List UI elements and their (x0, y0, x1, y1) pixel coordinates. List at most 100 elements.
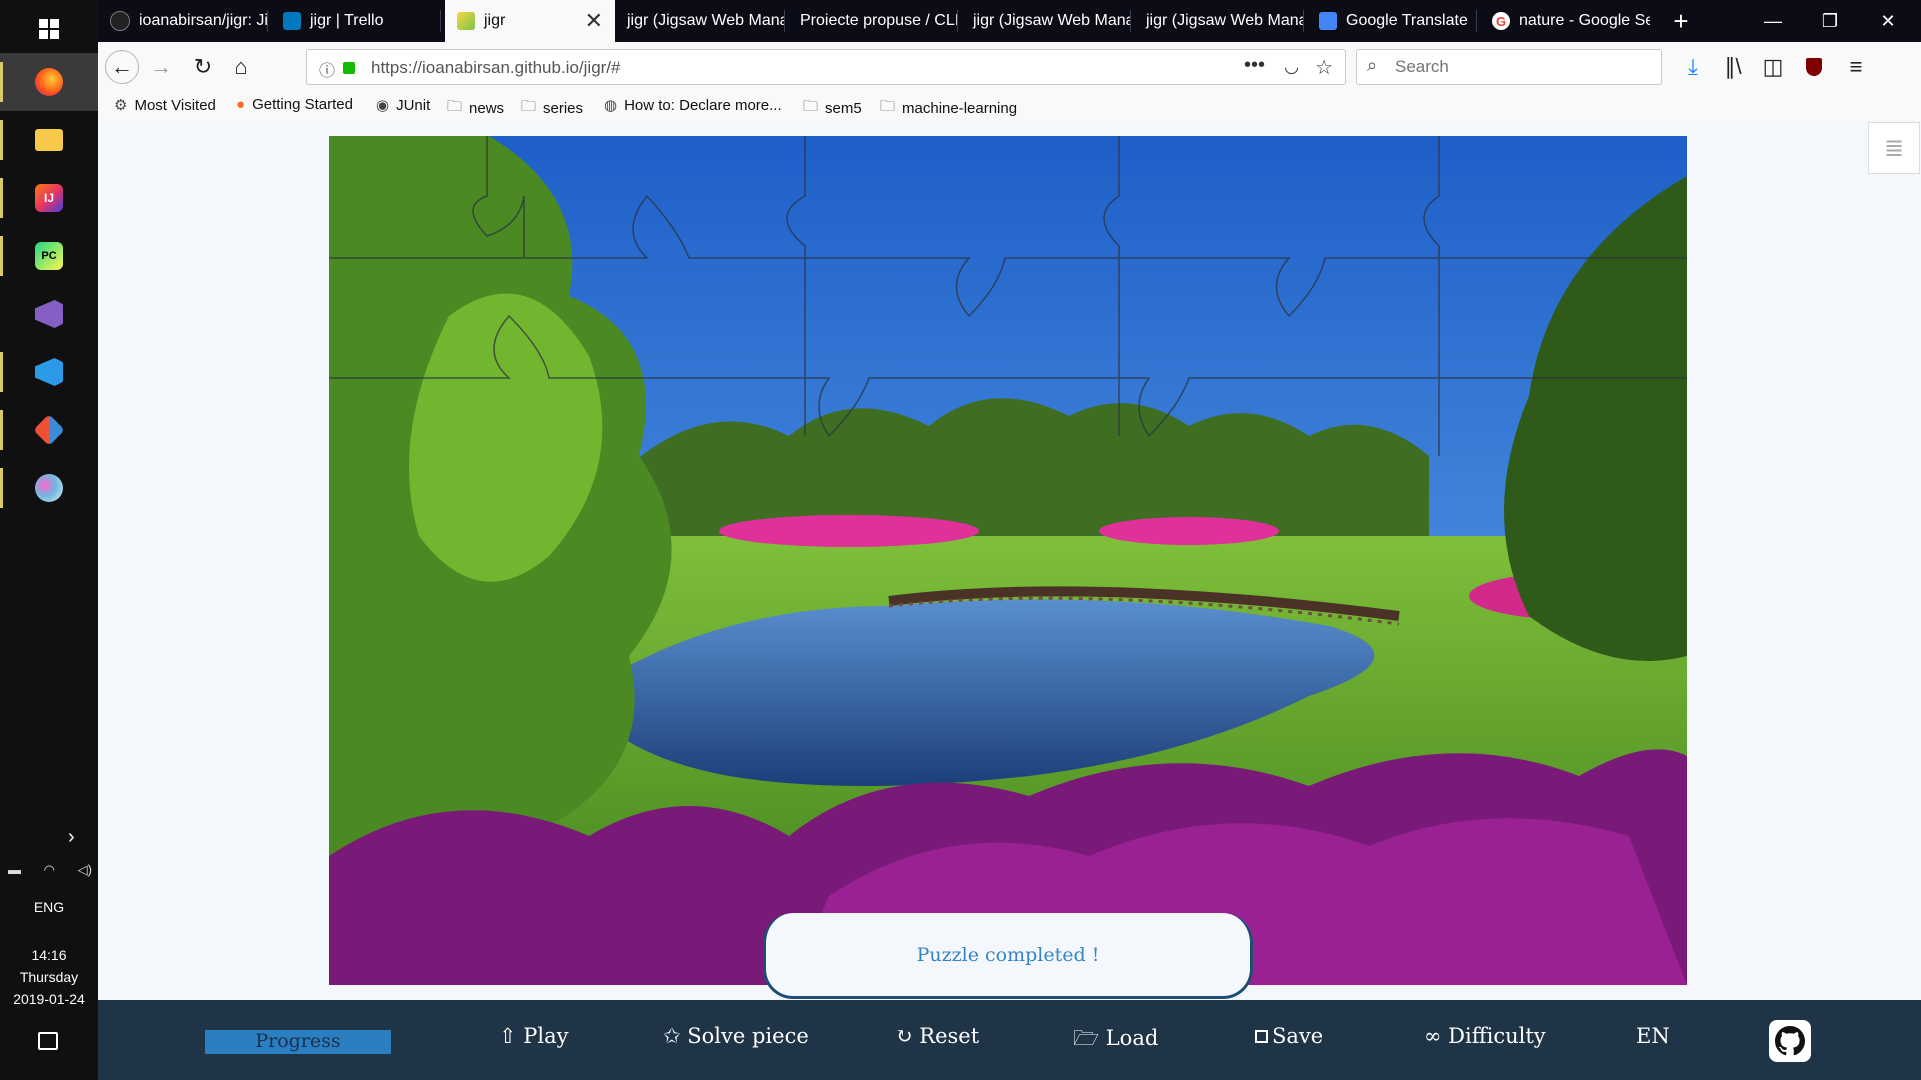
git-icon (33, 414, 65, 446)
load-label: Load (1105, 1026, 1159, 1050)
github-icon (1775, 1026, 1805, 1056)
tab-title: nature - Google Se (1519, 12, 1650, 29)
page-actions-icon[interactable]: ••• (1244, 54, 1265, 77)
tab-google-search[interactable]: G nature - Google Se (1480, 0, 1650, 42)
list-icon: ≣ (1883, 134, 1905, 162)
github-icon (110, 11, 130, 31)
tab-github[interactable]: ioanabirsan/jigr: Ji (98, 0, 268, 42)
play-button[interactable]: ⇧ Play (499, 1024, 569, 1048)
folder-icon: 🗀 (803, 98, 819, 115)
game-controls-bar: Progress ⇧ Play ✩ Solve piece ↻ Reset 🗁 … (98, 1000, 1921, 1080)
solve-piece-button[interactable]: ✩ Solve piece (663, 1024, 809, 1048)
start-button[interactable] (0, 0, 98, 58)
progress-bar: Progress (205, 1030, 391, 1054)
home-icon: ⌂ (234, 54, 248, 79)
taskbar-intellij[interactable]: IJ (0, 169, 98, 227)
tab-strip: ioanabirsan/jigr: Ji jigr | Trello jigr … (98, 0, 1921, 42)
tab-title: jigr (Jigsaw Web Mana (1146, 12, 1304, 29)
clock-time[interactable]: 14:16 (0, 946, 98, 964)
save-label: Save (1272, 1024, 1324, 1048)
close-tab-icon[interactable]: ✕ (585, 8, 603, 34)
folder-icon: 🗀 (447, 98, 463, 115)
taskbar-git[interactable] (0, 401, 98, 459)
volume-icon[interactable]: ◁) (78, 862, 92, 878)
restore-button[interactable]: ❐ (1802, 0, 1858, 42)
tab-trello[interactable]: jigr | Trello (271, 0, 441, 42)
bookmark-label: news (469, 100, 505, 117)
close-window-button[interactable]: ✕ (1860, 0, 1916, 42)
taskbar-vscode[interactable] (0, 343, 98, 401)
url-text[interactable]: https://ioanabirsan.github.io/jigr/# (371, 58, 621, 78)
bookmark-how-to-declare[interactable]: ◍ How to: Declare more... (604, 96, 782, 115)
bookmark-series[interactable]: 🗀 series (521, 96, 583, 121)
clock-date[interactable]: 2019-01-24 (0, 990, 98, 1008)
tab-jigr-docs-1[interactable]: jigr (Jigsaw Web Mana (615, 0, 785, 42)
save-button[interactable]: Save (1255, 1024, 1323, 1048)
github-link[interactable] (1769, 1020, 1811, 1062)
paint-icon (35, 474, 63, 502)
bookmark-label: Getting Started (252, 96, 353, 113)
vscode-icon (35, 358, 63, 386)
library-button[interactable]: ∥\ (1716, 50, 1750, 84)
tab-google-translate[interactable]: Google Translate (1307, 0, 1477, 42)
lock-icon[interactable] (343, 62, 355, 74)
forward-button[interactable]: → (144, 50, 178, 84)
info-icon[interactable]: ⓘ (319, 57, 335, 81)
bookmark-label: machine-learning (902, 100, 1018, 117)
windows-icon (39, 19, 59, 39)
chevron-right-icon[interactable]: › (68, 826, 75, 849)
clock-day[interactable]: Thursday (0, 968, 98, 986)
tab-jigr-docs-2[interactable]: jigr (Jigsaw Web Mana (961, 0, 1131, 42)
bookmark-machine-learning[interactable]: 🗀 machine-learning (880, 96, 1017, 121)
taskbar-file-explorer[interactable] (0, 111, 98, 169)
bookmark-star-icon[interactable]: ☆ (1315, 55, 1333, 80)
minimize-button[interactable]: — (1745, 0, 1801, 42)
globe-icon: ◍ (604, 97, 618, 114)
search-box[interactable]: ⌕ (1356, 49, 1662, 85)
tab-jigr-docs-3[interactable]: jigr (Jigsaw Web Mana (1134, 0, 1304, 42)
battery-icon[interactable]: ▬ (8, 862, 21, 878)
address-bar[interactable]: ⓘ https://ioanabirsan.github.io/jigr/# •… (306, 49, 1346, 85)
reload-button[interactable]: ↻ (186, 50, 220, 84)
bookmark-most-visited[interactable]: ⚙ Most Visited (114, 96, 216, 115)
download-icon: ⤓ (1688, 54, 1698, 79)
downloads-button[interactable]: ⤓ (1676, 50, 1710, 84)
language-toggle[interactable]: EN (1636, 1024, 1670, 1048)
bookmarks-toolbar: ⚙ Most Visited ● Getting Started ◉ JUnit 🗀 n… (98, 92, 1921, 121)
bookmark-label: How to: Declare more... (624, 96, 782, 114)
pocket-icon[interactable]: ◡ (1284, 57, 1299, 77)
wifi-icon[interactable]: ◠ (44, 862, 55, 878)
puzzle-completed-toast: Puzzle completed ! (763, 913, 1253, 999)
floppy-disk-icon (1255, 1030, 1268, 1043)
load-button[interactable]: 🗁 Load (1073, 1024, 1158, 1059)
sidebar-button[interactable]: ◫ (1756, 50, 1790, 84)
back-button[interactable]: ← (105, 50, 139, 84)
github-icon: ◉ (376, 97, 390, 114)
new-tab-button[interactable]: + (1653, 0, 1709, 42)
home-button[interactable]: ⌂ (224, 50, 258, 84)
bookmark-junit[interactable]: ◉ JUnit (376, 96, 430, 115)
search-icon: ⌕ (1367, 55, 1378, 75)
reader-view-button[interactable]: ≣ (1868, 122, 1920, 174)
tab-jigr-active[interactable]: jigr ✕ (445, 0, 615, 42)
reset-button[interactable]: ↻ Reset (895, 1024, 979, 1048)
taskbar-visual-studio[interactable] (0, 285, 98, 343)
taskbar-firefox[interactable] (0, 53, 98, 111)
puzzle-board[interactable] (329, 136, 1687, 985)
difficulty-button[interactable]: ∞ Difficulty (1424, 1024, 1546, 1048)
taskbar-paint[interactable] (0, 459, 98, 517)
tab-proiecte[interactable]: Proiecte propuse / CLI (788, 0, 958, 42)
notifications-icon[interactable] (38, 1032, 58, 1050)
intellij-icon: IJ (35, 184, 63, 212)
sidebar-icon: ◫ (1762, 54, 1784, 79)
menu-button[interactable]: ≡ (1839, 50, 1873, 84)
bookmark-sem5[interactable]: 🗀 sem5 (803, 96, 862, 121)
ublock-shield-icon (1806, 58, 1822, 76)
tab-title: Google Translate (1346, 12, 1468, 29)
search-input[interactable] (1393, 56, 1647, 78)
bookmark-news[interactable]: 🗀 news (447, 96, 504, 121)
taskbar-pycharm[interactable]: PC (0, 227, 98, 285)
ublock-button[interactable] (1797, 50, 1831, 84)
input-language[interactable]: ENG (0, 898, 98, 916)
bookmark-getting-started[interactable]: ● Getting Started (236, 96, 353, 113)
